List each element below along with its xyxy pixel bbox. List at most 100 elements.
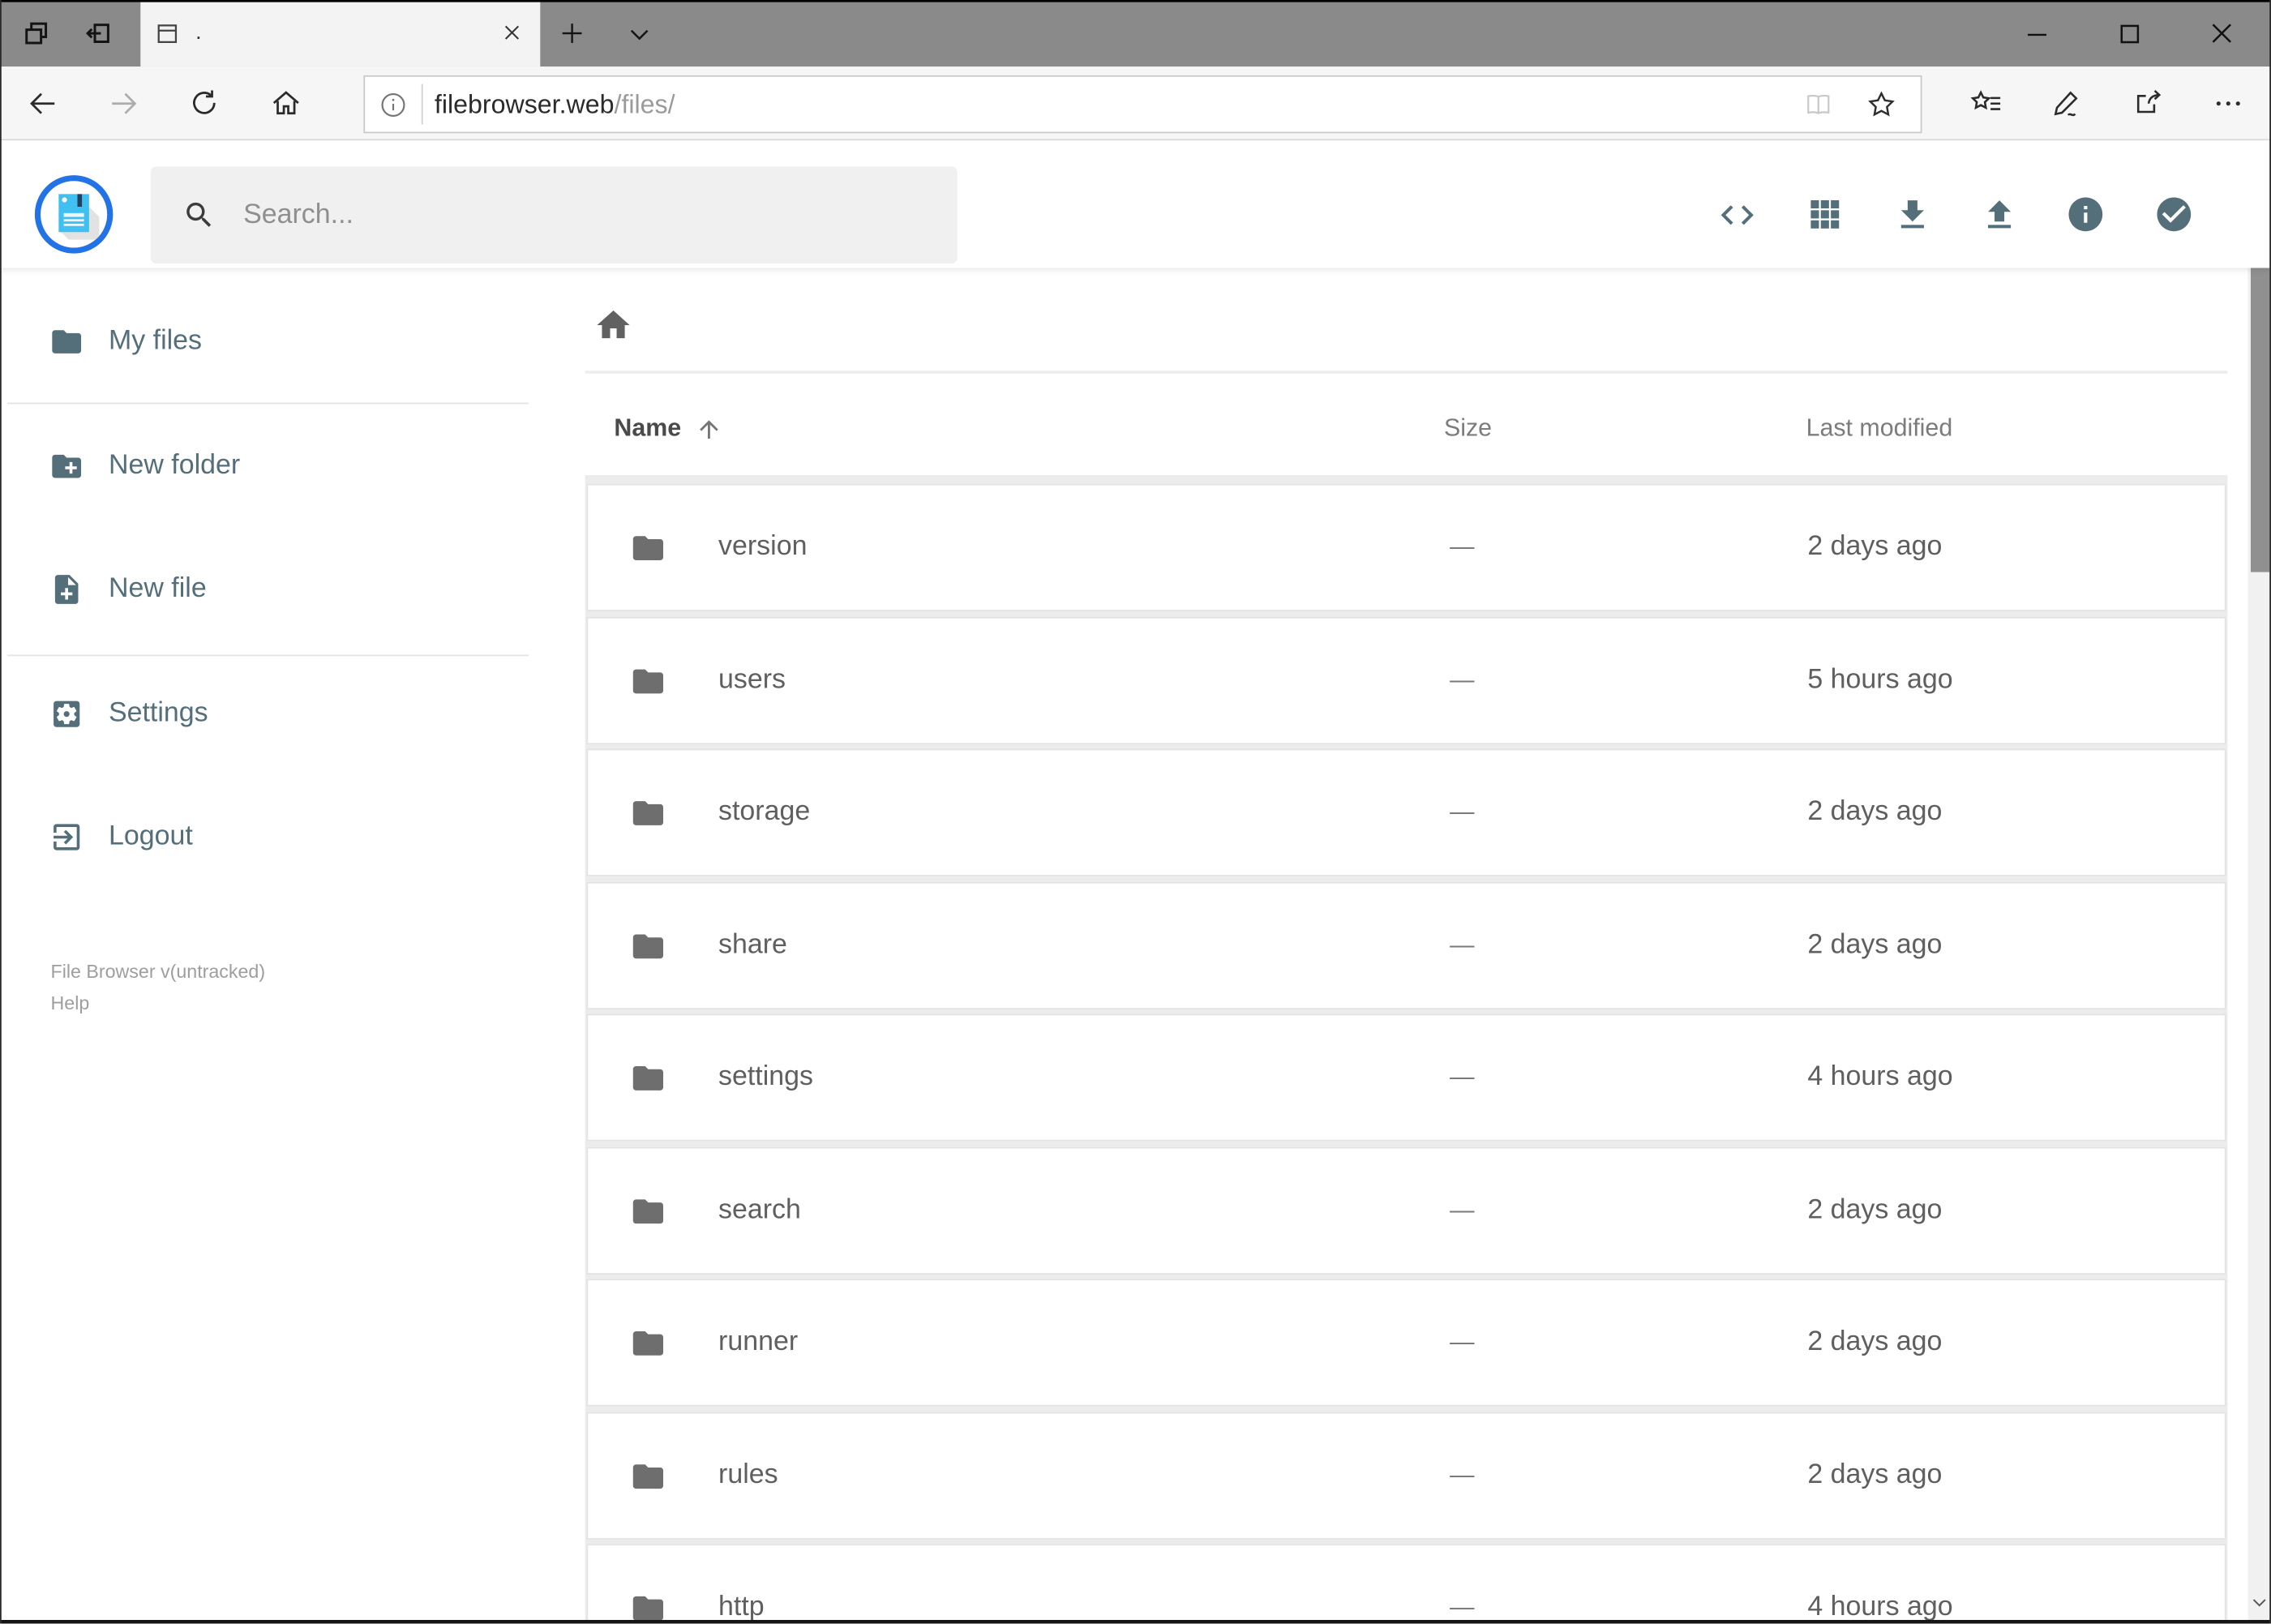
tab-list-button[interactable] (614, 0, 663, 66)
file-name: settings (718, 1061, 814, 1092)
sidebar-item-label: Settings (108, 698, 208, 729)
file-modified: 2 days ago (1807, 1326, 1943, 1357)
minimize-button[interactable] (1990, 0, 2082, 66)
folder-icon (630, 1061, 666, 1097)
share-button[interactable] (2116, 66, 2180, 139)
settings-gear-icon (49, 696, 84, 731)
minimize-icon (2026, 24, 2046, 42)
favorites-star-button[interactable] (1866, 88, 1897, 120)
file-size: — (1450, 1328, 1475, 1356)
download-icon (1892, 195, 1931, 234)
sidebar-divider (6, 654, 529, 657)
sidebar-item-settings[interactable]: Settings (29, 674, 536, 755)
download-button[interactable] (1883, 186, 1940, 243)
upload-button[interactable] (1969, 186, 2027, 243)
page-scrollbar[interactable] (2247, 140, 2271, 1624)
address-bar[interactable]: filebrowser.web/files/ (363, 75, 1922, 134)
raw-editor-button[interactable] (1708, 186, 1765, 243)
file-row-share[interactable]: share — 2 days ago (586, 881, 2226, 1009)
sidebar-item-logout[interactable]: Logout (29, 796, 536, 877)
close-window-button[interactable] (2175, 0, 2268, 66)
file-name: users (718, 664, 786, 695)
settings-more-button[interactable] (2196, 66, 2260, 139)
file-modified: 4 hours ago (1807, 1061, 1953, 1092)
pen-icon (2050, 86, 2084, 119)
maximize-button[interactable] (2083, 0, 2175, 66)
file-size: — (1450, 665, 1475, 693)
forward-icon (106, 86, 139, 119)
new-folder-icon (49, 449, 84, 484)
sidebar-item-label: Logout (108, 821, 193, 852)
refresh-icon (188, 87, 220, 118)
file-row-storage[interactable]: storage — 2 days ago (586, 748, 2226, 876)
column-header-modified[interactable]: Last modified (1806, 414, 1953, 443)
url-host: filebrowser.web (434, 88, 615, 118)
breadcrumb-home-button[interactable] (584, 295, 641, 353)
browser-window: . filebrowser.web/files/ Search... My fi… (0, 0, 2271, 1624)
file-modified: 5 hours ago (1807, 664, 1953, 695)
sidebar-item-my-files[interactable]: My files (29, 302, 536, 383)
refresh-button[interactable] (173, 66, 237, 139)
file-name: rules (718, 1459, 778, 1490)
search-bar[interactable] (150, 166, 958, 264)
file-size: — (1450, 1063, 1475, 1091)
search-input[interactable] (240, 197, 878, 233)
sidebar-item-new-folder[interactable]: New folder (29, 426, 536, 507)
back-button[interactable] (11, 66, 75, 139)
file-row-version[interactable]: version — 2 days ago (586, 483, 2226, 611)
filebrowser-logo[interactable] (34, 175, 114, 254)
file-modified: 2 days ago (1807, 531, 1943, 563)
file-row-http[interactable]: http — 4 hours ago (586, 1544, 2226, 1624)
file-name: runner (718, 1326, 799, 1357)
info-icon (2065, 194, 2106, 234)
home-nav-button[interactable] (254, 66, 318, 139)
column-header-size[interactable]: Size (1444, 414, 1492, 443)
url-path: /files/ (614, 88, 675, 118)
search-icon (182, 199, 216, 232)
new-tab-button[interactable] (547, 0, 597, 66)
scroll-down-button[interactable] (2247, 1583, 2271, 1620)
forward-button[interactable] (92, 66, 156, 139)
browser-navbar: filebrowser.web/files/ (0, 66, 2271, 141)
sidebar-divider (6, 402, 529, 405)
hub-button[interactable] (1954, 66, 2018, 139)
browser-tab[interactable]: . (140, 0, 541, 67)
tab-preview-button[interactable] (11, 0, 61, 66)
file-modified: 2 days ago (1807, 928, 1943, 960)
switch-view-button[interactable] (1796, 186, 1853, 243)
set-tabs-aside-button[interactable] (72, 0, 124, 66)
file-size: — (1450, 1195, 1475, 1223)
help-link[interactable]: Help (51, 988, 90, 1019)
file-row-rules[interactable]: rules — 2 days ago (586, 1411, 2226, 1539)
file-row-users[interactable]: users — 5 hours ago (586, 616, 2226, 744)
set-tabs-aside-icon (84, 19, 114, 48)
share-icon (2132, 86, 2165, 119)
logout-icon (49, 820, 84, 855)
chevron-down-icon (625, 19, 653, 47)
plus-icon (558, 19, 587, 48)
app-version-text: File Browser v(untracked) (50, 960, 266, 983)
column-header-name[interactable]: Name (614, 414, 723, 443)
folder-icon (49, 324, 84, 359)
hub-favorites-icon (1969, 86, 2003, 119)
close-icon (2212, 24, 2232, 44)
select-multiple-button[interactable] (2145, 186, 2203, 243)
file-modified: 4 hours ago (1807, 1592, 1953, 1622)
folder-icon (630, 928, 666, 964)
site-info-icon[interactable] (378, 89, 409, 120)
file-row-search[interactable]: search — 2 days ago (586, 1146, 2226, 1275)
file-size: — (1450, 1592, 1475, 1621)
file-size: — (1450, 798, 1475, 826)
file-modified: 2 days ago (1807, 1459, 1943, 1490)
sidebar-item-label: My files (108, 325, 203, 357)
reading-view-button[interactable] (1803, 89, 1834, 120)
file-row-settings[interactable]: settings — 4 hours ago (586, 1013, 2226, 1142)
tab-close-button[interactable] (501, 22, 523, 44)
sidebar-item-label: New file (108, 573, 207, 604)
sidebar-item-new-file[interactable]: New file (29, 549, 536, 630)
file-row-runner[interactable]: runner — 2 days ago (586, 1279, 2226, 1407)
info-button[interactable] (2057, 186, 2115, 243)
web-note-button[interactable] (2035, 66, 2099, 139)
file-size: — (1450, 533, 1475, 561)
folder-icon (630, 530, 666, 567)
